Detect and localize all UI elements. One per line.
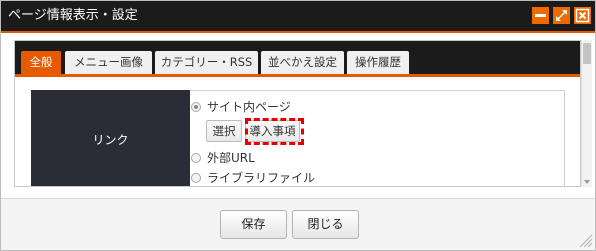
close-dialog-button[interactable]: 閉じる xyxy=(292,210,359,239)
dialog-title: ページ情報表示・設定 xyxy=(8,8,138,23)
title-accent-line xyxy=(1,31,595,33)
dialog-footer: 保存 閉じる xyxy=(1,199,595,250)
tab-general[interactable]: 全般 xyxy=(21,51,61,74)
link-field-cell: サイト内ページ 選択 導入事項 外部URL ライブラリファイル xyxy=(190,90,565,186)
radio-external-url-label: 外部URL xyxy=(207,151,255,165)
tab-underline xyxy=(15,74,580,77)
radio-external-url[interactable]: 外部URL xyxy=(191,150,311,166)
select-button[interactable]: 選択 xyxy=(206,120,242,142)
radio-library-file-label: ライブラリファイル xyxy=(207,171,316,185)
scroll-thumb[interactable] xyxy=(583,43,591,64)
vertical-scrollbar[interactable] xyxy=(581,40,592,187)
tab-category-rss[interactable]: カテゴリー・RSS xyxy=(155,51,258,74)
maximize-button[interactable] xyxy=(553,7,570,24)
content-panel: 全般 メニュー画像 カテゴリー・RSS 並べかえ設定 操作履歴 リンク サイト内… xyxy=(14,40,581,187)
highlight-box xyxy=(245,118,304,145)
page-info-dialog: ページ情報表示・設定 全般 メニュー画像 カテゴリー・RSS 並べかえ設定 操作… xyxy=(0,0,596,251)
save-button[interactable]: 保存 xyxy=(220,210,287,239)
close-icon xyxy=(575,8,590,23)
radio-library-file-control[interactable] xyxy=(191,173,201,183)
maximize-icon xyxy=(556,10,567,21)
close-button[interactable] xyxy=(574,7,591,24)
resize-grip-icon[interactable] xyxy=(577,232,593,248)
tab-bar: 全般 メニュー画像 カテゴリー・RSS 並べかえ設定 操作履歴 xyxy=(15,41,580,74)
radio-library-file[interactable]: ライブラリファイル xyxy=(191,170,341,186)
radio-internal-page-label: サイト内ページ xyxy=(207,100,291,114)
radio-internal-page-control[interactable] xyxy=(191,102,201,112)
radio-external-url-control[interactable] xyxy=(191,153,201,163)
link-label-cell: リンク xyxy=(31,90,190,186)
minimize-button[interactable] xyxy=(532,7,549,24)
tab-operation-history[interactable]: 操作履歴 xyxy=(347,51,409,74)
title-bar[interactable]: ページ情報表示・設定 xyxy=(1,1,595,31)
radio-internal-page[interactable]: サイト内ページ xyxy=(191,99,331,115)
link-label: リンク xyxy=(92,132,129,147)
tab-menu-image[interactable]: メニュー画像 xyxy=(65,51,152,74)
minimize-icon xyxy=(535,14,546,17)
scroll-down-arrow-icon[interactable] xyxy=(582,177,592,187)
tab-sort-settings[interactable]: 並べかえ設定 xyxy=(261,51,344,74)
